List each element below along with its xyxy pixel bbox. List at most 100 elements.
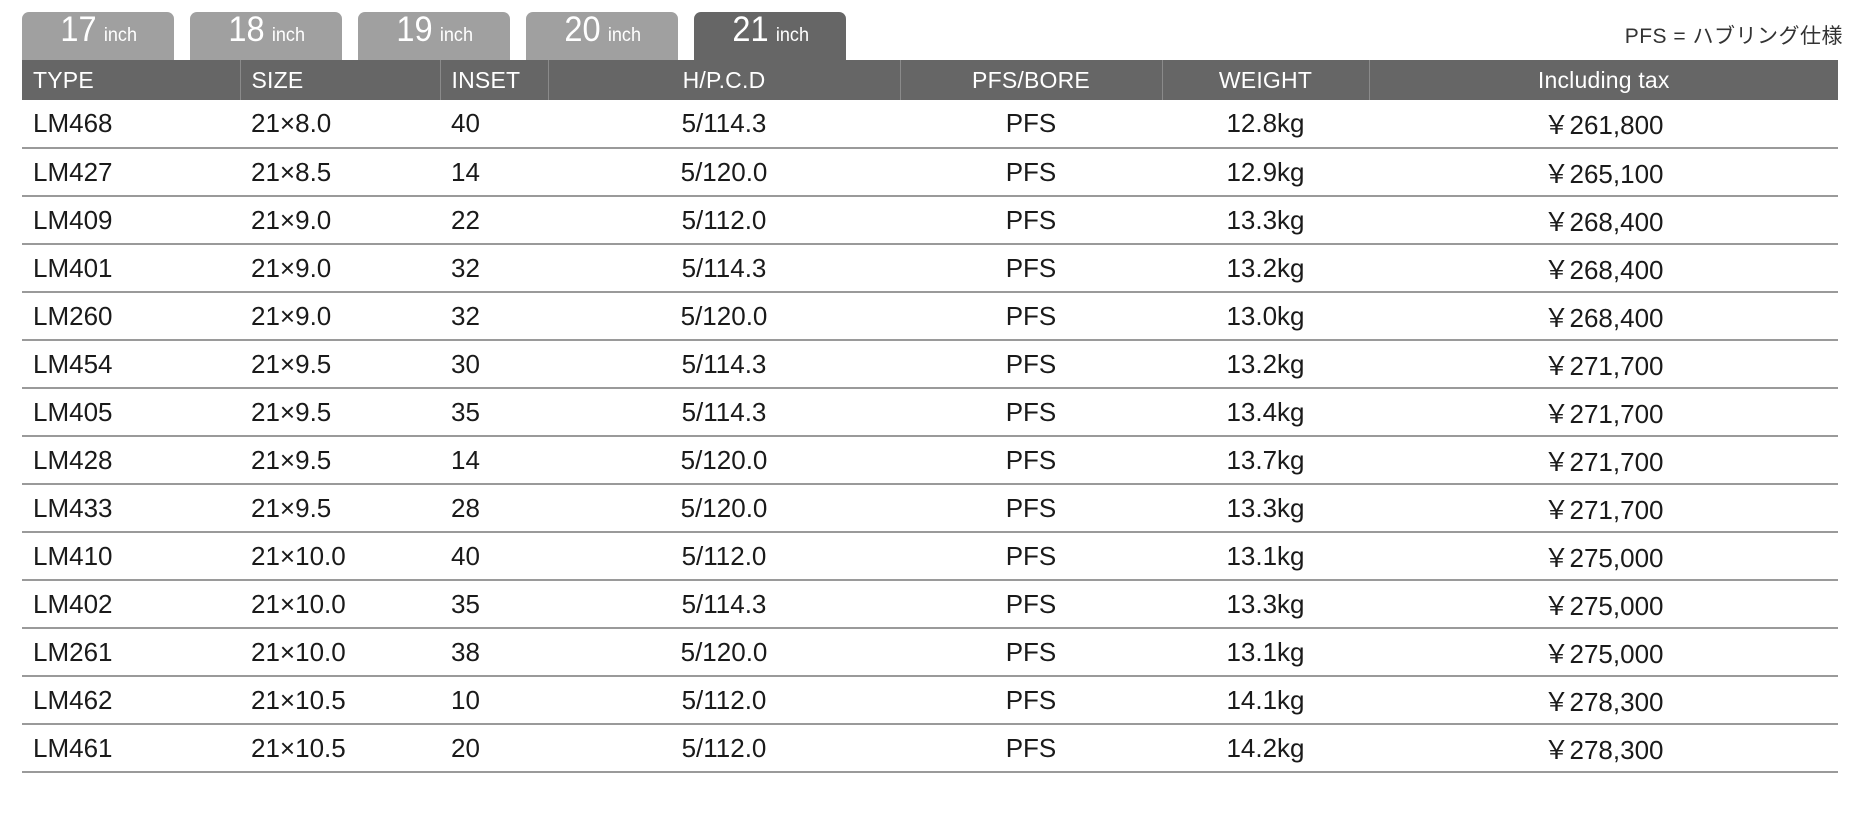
tab-21-inch[interactable]: 21 inch xyxy=(694,12,846,60)
cell-price: ￥275,000 xyxy=(1369,580,1838,629)
cell-weight: 13.4kg xyxy=(1162,388,1369,437)
cell-weight: 13.3kg xyxy=(1162,196,1369,245)
cell-inset: 38 xyxy=(440,628,548,677)
tab-17-inch[interactable]: 17 inch xyxy=(22,12,174,60)
wheel-spec-table: TYPE SIZE INSET H/P.C.D PFS/BORE WEIGHT Includ… xyxy=(22,60,1838,773)
cell-size: 21×8.0 xyxy=(240,100,440,149)
cell-inset: 30 xyxy=(440,340,548,389)
cell-inset: 40 xyxy=(440,532,548,581)
table-header-row: TYPE SIZE INSET H/P.C.D PFS/BORE WEIGHT Includ… xyxy=(22,60,1838,100)
cell-size: 21×10.0 xyxy=(240,580,440,629)
cell-size: 21×9.5 xyxy=(240,436,440,485)
cell-type: LM405 xyxy=(22,388,240,437)
cell-price: ￥265,100 xyxy=(1369,148,1838,197)
cell-weight: 12.8kg xyxy=(1162,100,1369,149)
tab-19-inch[interactable]: 19 inch xyxy=(358,12,510,60)
tab-unit-label: inch xyxy=(271,25,305,46)
cell-pcd: 5/120.0 xyxy=(548,292,900,341)
cell-price: ￥271,700 xyxy=(1369,436,1838,485)
cell-pfs: PFS xyxy=(900,628,1162,677)
cell-price: ￥271,700 xyxy=(1369,388,1838,437)
cell-inset: 20 xyxy=(440,724,548,773)
cell-type: LM428 xyxy=(22,436,240,485)
table-row: LM468 21×8.0 40 5/114.3 PFS 12.8kg ￥261,800 xyxy=(22,100,1838,149)
cell-size: 21×10.5 xyxy=(240,676,440,725)
cell-price: ￥271,700 xyxy=(1369,484,1838,533)
cell-weight: 13.7kg xyxy=(1162,436,1369,485)
cell-weight: 13.1kg xyxy=(1162,532,1369,581)
spec-table-page: 17 inch 18 inch 19 inch 20 inch 21 inch PFS = ハブリン… xyxy=(0,0,1865,833)
cell-pcd: 5/114.3 xyxy=(548,580,900,629)
cell-size: 21×9.0 xyxy=(240,244,440,293)
cell-size: 21×10.5 xyxy=(240,724,440,773)
cell-pcd: 5/120.0 xyxy=(548,436,900,485)
cell-price: ￥268,400 xyxy=(1369,244,1838,293)
cell-weight: 13.2kg xyxy=(1162,244,1369,293)
cell-pcd: 5/112.0 xyxy=(548,196,900,245)
cell-inset: 40 xyxy=(440,100,548,149)
table-row: LM401 21×9.0 32 5/114.3 PFS 13.2kg ￥268,400 xyxy=(22,244,1838,293)
cell-pfs: PFS xyxy=(900,340,1162,389)
cell-price: ￥268,400 xyxy=(1369,292,1838,341)
cell-inset: 35 xyxy=(440,388,548,437)
cell-weight: 13.3kg xyxy=(1162,580,1369,629)
cell-size: 21×9.0 xyxy=(240,196,440,245)
cell-size: 21×9.5 xyxy=(240,340,440,389)
cell-pfs: PFS xyxy=(900,724,1162,773)
column-header-inset: INSET xyxy=(439,60,548,100)
table-row: LM461 21×10.5 20 5/112.0 PFS 14.2kg ￥278,300 xyxy=(22,724,1838,773)
tab-number: 21 xyxy=(731,10,769,49)
size-tab-strip: 17 inch 18 inch 19 inch 20 inch 21 inch PFS = ハブリン… xyxy=(22,0,1843,60)
cell-type: LM260 xyxy=(22,292,240,341)
cell-weight: 13.3kg xyxy=(1162,484,1369,533)
cell-pcd: 5/112.0 xyxy=(548,532,900,581)
cell-type: LM433 xyxy=(22,484,240,533)
cell-weight: 12.9kg xyxy=(1162,148,1369,197)
tab-number: 17 xyxy=(59,10,97,49)
table-row: LM433 21×9.5 28 5/120.0 PFS 13.3kg ￥271,700 xyxy=(22,484,1838,533)
cell-type: LM409 xyxy=(22,196,240,245)
tab-20-inch[interactable]: 20 inch xyxy=(526,12,678,60)
cell-pfs: PFS xyxy=(900,196,1162,245)
cell-type: LM402 xyxy=(22,580,240,629)
cell-size: 21×10.0 xyxy=(240,532,440,581)
cell-pfs: PFS xyxy=(900,580,1162,629)
cell-weight: 14.1kg xyxy=(1162,676,1369,725)
cell-inset: 14 xyxy=(440,436,548,485)
cell-pfs: PFS xyxy=(900,244,1162,293)
table-row: LM428 21×9.5 14 5/120.0 PFS 13.7kg ￥271,700 xyxy=(22,436,1838,485)
cell-price: ￥275,000 xyxy=(1369,628,1838,677)
cell-inset: 32 xyxy=(440,244,548,293)
cell-pfs: PFS xyxy=(900,532,1162,581)
cell-type: LM461 xyxy=(22,724,240,773)
cell-inset: 32 xyxy=(440,292,548,341)
cell-pcd: 5/120.0 xyxy=(548,628,900,677)
table-row: LM427 21×8.5 14 5/120.0 PFS 12.9kg ￥265,100 xyxy=(22,148,1838,197)
table-row: LM462 21×10.5 10 5/112.0 PFS 14.1kg ￥278,300 xyxy=(22,676,1838,725)
tab-number: 20 xyxy=(563,10,601,49)
cell-size: 21×8.5 xyxy=(240,148,440,197)
cell-pcd: 5/114.3 xyxy=(548,244,900,293)
table-row: LM402 21×10.0 35 5/114.3 PFS 13.3kg ￥275,000 xyxy=(22,580,1838,629)
cell-inset: 22 xyxy=(440,196,548,245)
cell-pfs: PFS xyxy=(900,676,1162,725)
cell-size: 21×10.0 xyxy=(240,628,440,677)
table-body: LM468 21×8.0 40 5/114.3 PFS 12.8kg ￥261,800 LM4… xyxy=(22,100,1838,773)
cell-weight: 14.2kg xyxy=(1162,724,1369,773)
cell-inset: 14 xyxy=(440,148,548,197)
table-row: LM454 21×9.5 30 5/114.3 PFS 13.2kg ￥271,700 xyxy=(22,340,1838,389)
cell-pfs: PFS xyxy=(900,436,1162,485)
tab-unit-label: inch xyxy=(439,25,473,46)
cell-size: 21×9.5 xyxy=(240,484,440,533)
cell-weight: 13.0kg xyxy=(1162,292,1369,341)
cell-type: LM454 xyxy=(22,340,240,389)
cell-pfs: PFS xyxy=(900,100,1162,149)
cell-price: ￥268,400 xyxy=(1369,196,1838,245)
tab-18-inch[interactable]: 18 inch xyxy=(190,12,342,60)
column-header-type: TYPE xyxy=(22,60,240,100)
tab-unit-label: inch xyxy=(607,25,641,46)
cell-price: ￥278,300 xyxy=(1369,724,1838,773)
cell-type: LM468 xyxy=(22,100,240,149)
pfs-legend-note: PFS = ハブリング仕様 xyxy=(1624,25,1843,48)
cell-type: LM401 xyxy=(22,244,240,293)
